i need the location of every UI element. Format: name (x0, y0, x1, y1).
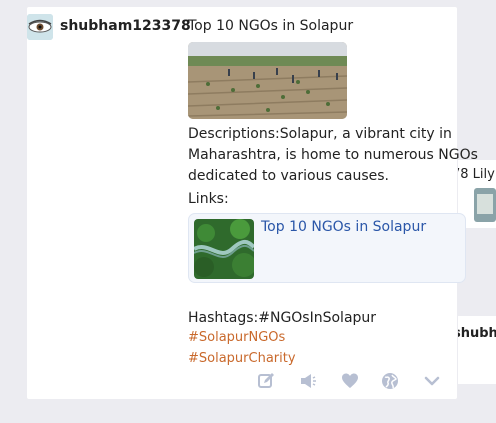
river-landscape-image (194, 219, 254, 279)
edit-icon[interactable] (257, 372, 275, 390)
links-label: Links: (188, 191, 229, 207)
hashtags-line: Hashtags:#NGOsInSolapur (188, 310, 377, 326)
eye-icon (27, 14, 53, 40)
hashtag-link[interactable]: #SolapurNGOs (188, 330, 285, 345)
post-username[interactable]: shubham123378 (60, 18, 191, 34)
hashtag-link[interactable]: #SolapurCharity (188, 351, 296, 366)
megaphone-icon[interactable] (299, 372, 317, 390)
field-photo-image (188, 42, 347, 119)
link-preview-card[interactable]: Top 10 NGOs in Solapur (188, 213, 466, 283)
avatar[interactable] (27, 14, 53, 40)
globe-icon[interactable] (381, 372, 399, 390)
neighbor-card-bottom-text: shubha (458, 326, 496, 341)
post-description: Descriptions:Solapur, a vibrant city in … (188, 126, 478, 184)
chevron-down-icon[interactable] (423, 372, 441, 390)
post-title: Top 10 NGOs in Solapur (188, 18, 354, 34)
post-image[interactable] (188, 42, 347, 119)
neighbor-thumbnail (474, 188, 496, 222)
heart-icon[interactable] (341, 372, 359, 390)
neighbor-card-bottom[interactable]: shubha (458, 316, 496, 384)
link-title[interactable]: Top 10 NGOs in Solapur (261, 219, 426, 235)
link-thumbnail (194, 219, 254, 279)
post-card: shubham123378 Top 10 NGOs in Solapur Des… (27, 7, 478, 399)
